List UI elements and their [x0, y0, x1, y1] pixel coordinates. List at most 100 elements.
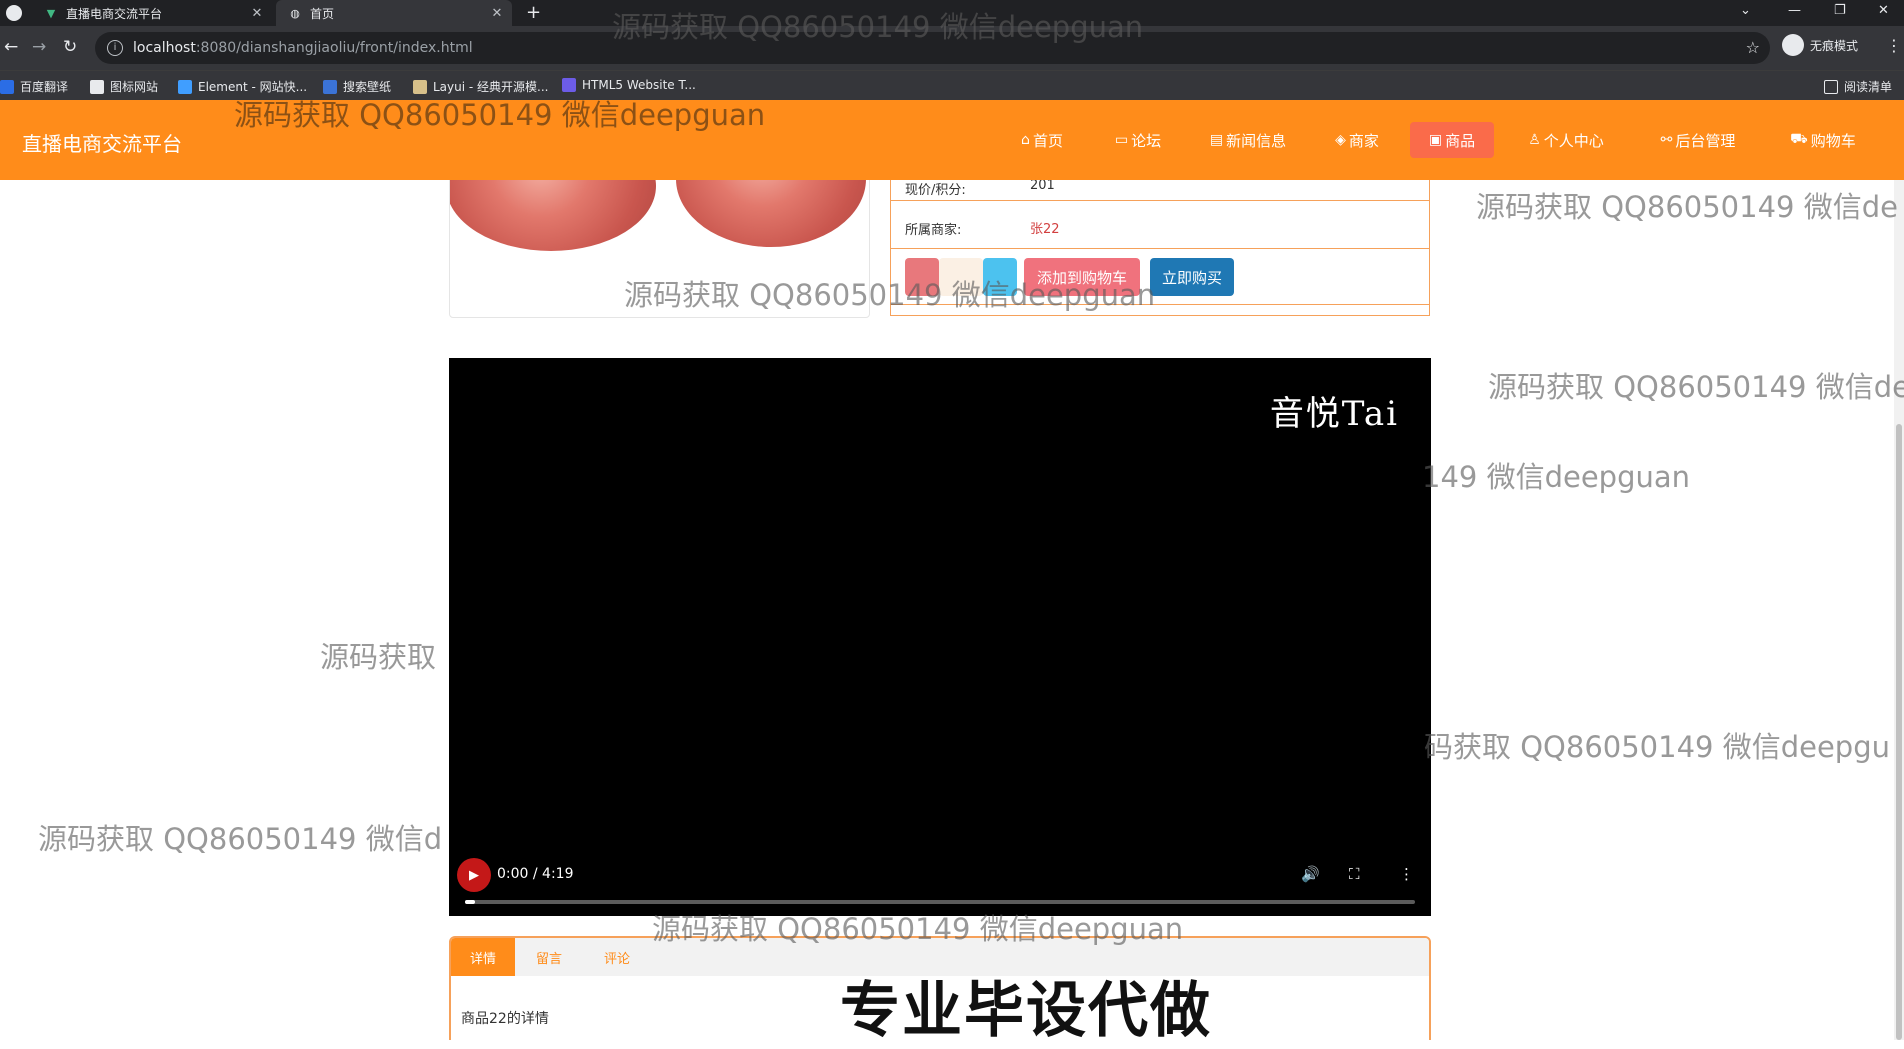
nav-label: 购物车: [1810, 131, 1856, 150]
bookmark-element[interactable]: Element - 网站快...: [178, 78, 307, 95]
incognito-icon: [1782, 34, 1804, 56]
bookmark-html5[interactable]: HTML5 Website T...: [562, 78, 696, 92]
nav-label: 论坛: [1131, 131, 1162, 150]
merchant-value[interactable]: 张22: [1030, 218, 1060, 237]
incognito-label: 无痕模式: [1810, 38, 1859, 53]
home-icon: ⌂: [1021, 132, 1030, 148]
merchant-label: 所属商家:: [905, 223, 962, 238]
nav-label: 后台管理: [1675, 131, 1736, 150]
browser-tab-home[interactable]: ◍ 首页 ✕: [276, 0, 512, 26]
promo-banner-text: 专业毕设代做: [840, 976, 1212, 1046]
nav-label: 新闻信息: [1226, 131, 1287, 150]
volume-icon[interactable]: 🔊: [1301, 865, 1320, 883]
tab-messages[interactable]: 留言: [515, 938, 583, 976]
forward-icon[interactable]: →: [32, 37, 46, 57]
quantity-minus-button[interactable]: [905, 258, 939, 296]
bookmark-label: Element - 网站快...: [198, 80, 308, 94]
layui-icon: [413, 79, 427, 94]
nav-cart[interactable]: ⛟ 购物车: [1778, 122, 1868, 158]
incognito-indicator[interactable]: 无痕模式: [1782, 34, 1858, 56]
goods-icon: ▣: [1428, 132, 1443, 148]
bookmark-layui[interactable]: Layui - 经典开源模...: [413, 78, 548, 95]
site-header: 直播电商交流平台 ⌂ 首页 ▭ 论坛 ▤ 新闻信息 ◈ 商家 ▣ 商品 ♙ 个人中心 ⚯ 后台…: [0, 100, 1904, 180]
add-to-cart-button[interactable]: 添加到购物车: [1024, 258, 1140, 296]
html5-icon: [562, 78, 576, 92]
restore-icon[interactable]: ❐: [1834, 3, 1846, 18]
globe-icon: ◍: [290, 6, 300, 20]
forum-icon: ▭: [1114, 132, 1129, 148]
product-detail-content: 现价/积分: 201 所属商家: 张22 添加到购物车 立即购买 音悦Tai ▶…: [0, 160, 1904, 1040]
buy-now-button[interactable]: 立即购买: [1150, 258, 1234, 296]
nav-personal-center[interactable]: ♙ 个人中心: [1516, 122, 1616, 158]
site-brand[interactable]: 直播电商交流平台: [22, 128, 182, 157]
quantity-input[interactable]: [939, 258, 983, 296]
nav-label: 商家: [1348, 131, 1379, 150]
reading-list[interactable]: 阅读清单: [1824, 78, 1892, 95]
url-host: localhost: [133, 40, 196, 56]
product-info-table: 现价/积分: 201 所属商家: 张22 添加到购物车 立即购买: [890, 160, 1430, 316]
page-viewport: 直播电商交流平台 ⌂ 首页 ▭ 论坛 ▤ 新闻信息 ◈ 商家 ▣ 商品 ♙ 个人中心 ⚯ 后台…: [0, 100, 1904, 1040]
browser-menu-icon[interactable]: [6, 5, 22, 21]
product-video-player[interactable]: 音悦Tai ▶ 0:00 / 4:19 🔊 ⛶ ⋮: [449, 358, 1431, 916]
video-logo: 音悦Tai: [1269, 394, 1399, 434]
bookmark-baidu-translate[interactable]: 百度翻译: [0, 78, 68, 95]
cart-icon: ⛟: [1790, 131, 1808, 147]
back-icon[interactable]: ←: [4, 37, 18, 57]
close-icon[interactable]: ✕: [488, 6, 506, 21]
video-progress-bar[interactable]: [465, 900, 1415, 904]
browser-tab-platform[interactable]: ▼ 直播电商交流平台 ✕: [32, 0, 272, 26]
browser-menu-dots-icon[interactable]: ⋮: [1886, 36, 1902, 55]
nav-label: 商品: [1445, 131, 1476, 150]
window-close-icon[interactable]: ✕: [1878, 3, 1889, 18]
bookmark-star-icon[interactable]: ☆: [1746, 38, 1760, 57]
video-time: 0:00 / 4:19: [497, 866, 574, 882]
bookmark-icon-site[interactable]: 图标网站: [90, 78, 158, 95]
nav-merchants[interactable]: ◈ 商家: [1324, 122, 1390, 158]
tab-search-icon[interactable]: ⌄: [1740, 3, 1751, 18]
reading-list-label: 阅读清单: [1844, 80, 1893, 94]
shop-icon: ◈: [1335, 132, 1346, 148]
browser-tab-strip: ▼ 直播电商交流平台 ✕ ◍ 首页 ✕ + ⌄ — ❐ ✕: [0, 0, 1904, 26]
flag-icon: [90, 79, 104, 94]
vue-icon: ▼: [46, 6, 56, 20]
translate-icon: [0, 79, 14, 94]
more-options-icon[interactable]: ⋮: [1399, 865, 1414, 883]
video-controls: ▶ 0:00 / 4:19 🔊 ⛶ ⋮: [449, 856, 1431, 916]
minimize-icon[interactable]: —: [1788, 3, 1801, 18]
address-bar[interactable]: i localhost:8080/dianshangjiaoliu/front/…: [95, 32, 1770, 64]
nav-admin[interactable]: ⚯ 后台管理: [1648, 122, 1748, 158]
tab-comments[interactable]: 评论: [583, 938, 651, 976]
new-tab-icon[interactable]: +: [526, 2, 541, 23]
reload-icon[interactable]: ↻: [63, 37, 77, 57]
play-icon[interactable]: ▶: [457, 858, 491, 892]
nav-home[interactable]: ⌂ 首页: [1004, 122, 1080, 158]
bookmark-label: Layui - 经典开源模...: [433, 80, 549, 94]
link-icon: ⚯: [1660, 132, 1673, 148]
url-path: :8080/dianshangjiaoliu/front/index.html: [195, 40, 473, 56]
actions-row: 添加到购物车 立即购买: [891, 249, 1429, 305]
bookmark-label: 搜索壁纸: [343, 80, 392, 94]
bookmark-label: HTML5 Website T...: [582, 78, 696, 92]
nav-label: 首页: [1032, 131, 1063, 150]
browser-toolbar: ← → ↻ i localhost:8080/dianshangjiaoliu/…: [0, 26, 1904, 70]
nav-news[interactable]: ▤ 新闻信息: [1198, 122, 1298, 158]
element-icon: [178, 79, 192, 94]
wallpaper-icon: [323, 79, 337, 94]
product-image-card: [449, 160, 870, 318]
nav-forum[interactable]: ▭ 论坛: [1104, 122, 1172, 158]
merchant-row: 所属商家: 张22: [891, 201, 1429, 249]
reading-list-icon: [1824, 79, 1838, 94]
detail-text: 商品22的详情: [461, 1011, 549, 1027]
scrollbar-thumb[interactable]: [1896, 424, 1902, 1040]
quantity-plus-button[interactable]: [983, 258, 1017, 296]
site-info-icon[interactable]: i: [107, 40, 123, 56]
tab-details[interactable]: 详情: [451, 938, 515, 976]
fullscreen-icon[interactable]: ⛶: [1349, 865, 1360, 883]
bookmark-wallpaper[interactable]: 搜索壁纸: [323, 78, 391, 95]
page-scrollbar[interactable]: [1894, 180, 1904, 1040]
nav-label: 个人中心: [1543, 131, 1604, 150]
video-progress-fill: [465, 900, 475, 904]
news-icon: ▤: [1209, 132, 1224, 148]
nav-goods[interactable]: ▣ 商品: [1410, 122, 1494, 158]
close-icon[interactable]: ✕: [248, 6, 266, 21]
